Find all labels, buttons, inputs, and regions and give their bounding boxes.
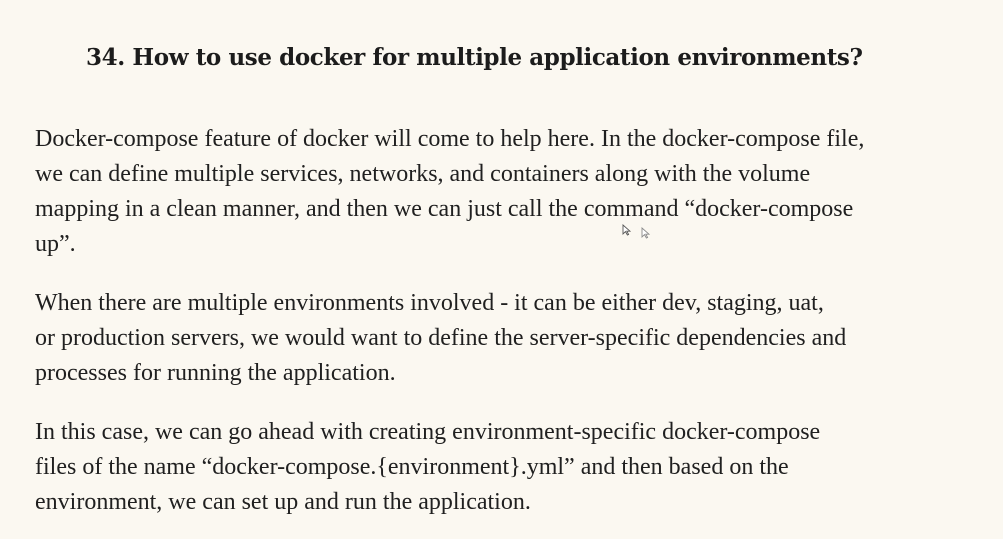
paragraph-line: Docker-compose feature of docker will co… [35,126,865,152]
document-page: 34. How to use docker for multiple appli… [0,0,1003,539]
question-heading: 34. How to use docker for multiple appli… [86,44,863,71]
paragraph-multiple-environments: When there are multiple environments inv… [35,286,995,391]
paragraph-line: In this case, we can go ahead with creat… [35,419,821,445]
paragraph-line: files of the name “docker-compose.{envir… [35,454,789,480]
paragraph-line: up”. [35,231,76,257]
paragraph-line: processes for running the application. [35,360,396,386]
paragraph-docker-compose: Docker-compose feature of docker will co… [35,122,995,262]
mouse-pointer-icon [641,227,650,239]
paragraph-line: mapping in a clean manner, and then we c… [35,196,854,222]
mouse-pointer-icon [622,224,631,236]
paragraph-environment-files: In this case, we can go ahead with creat… [35,415,995,520]
paragraph-line: or production servers, we would want to … [35,325,847,351]
paragraph-line: environment, we can set up and run the a… [35,489,531,515]
paragraph-line: When there are multiple environments inv… [35,290,824,316]
paragraph-line: we can define multiple services, network… [35,161,811,187]
